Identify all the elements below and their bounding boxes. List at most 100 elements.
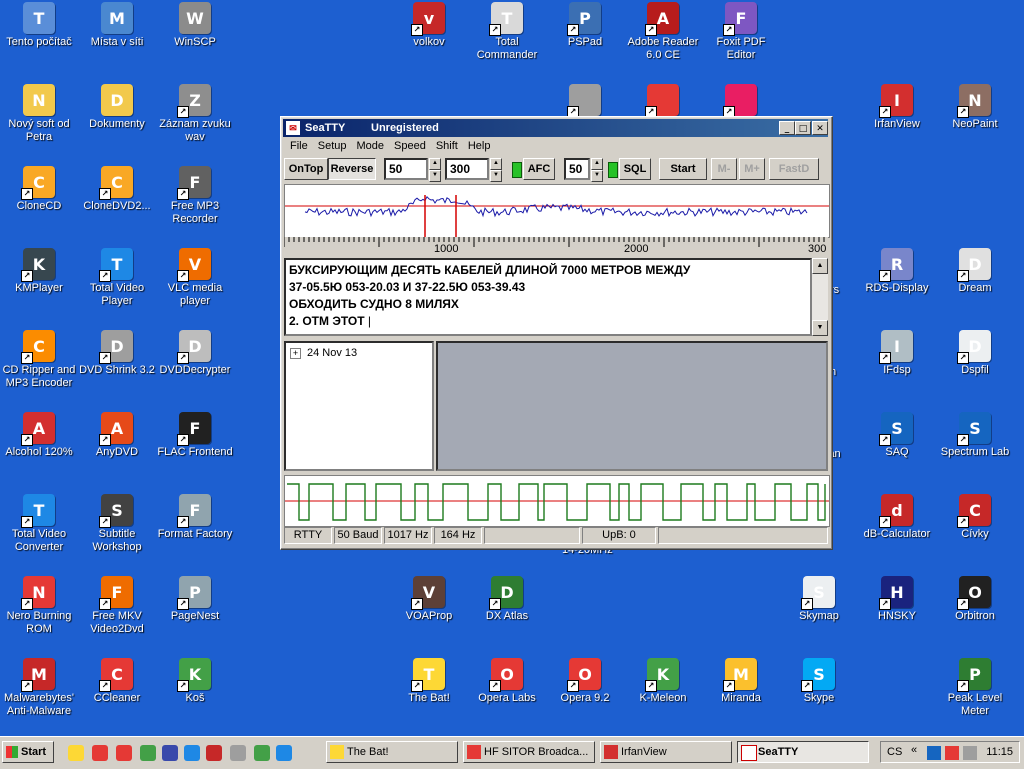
desktop-icon-skype[interactable]: S ↗ Skype — [780, 658, 858, 705]
desktop-icon-video-converter[interactable]: T ↗ Total Video Converter — [0, 494, 78, 554]
desktop-icon-nero[interactable]: N ↗ Nero Burning ROM — [0, 576, 78, 636]
desktop-icon-video-player[interactable]: T ↗ Total Video Player — [78, 248, 156, 308]
received-text-scrollbar[interactable]: ▲ ▼ — [812, 258, 828, 336]
volume-tray-icon[interactable] — [963, 746, 977, 760]
desktop-icon-subtitle-workshop[interactable]: S ↗ Subtitle Workshop — [78, 494, 156, 554]
desktop-icon-opera[interactable]: O ↗ Opera 9.2 — [546, 658, 624, 705]
desktop-icon-the-bat[interactable]: T ↗ The Bat! — [390, 658, 468, 705]
clock[interactable]: 11:15 — [986, 746, 1013, 758]
task-the-bat[interactable]: The Bat! — [326, 741, 458, 763]
desktop-icon-mp3-recorder[interactable]: F ↗ Free MP3 Recorder — [156, 166, 234, 226]
media-tray-icon[interactable] — [945, 746, 959, 760]
desktop-icon-neopaint[interactable]: N ↗ NeoPaint — [936, 84, 1014, 131]
reverse-button[interactable]: Reverse — [328, 158, 376, 180]
desktop-icon-ifdsp[interactable]: I ↗ IFdsp — [858, 330, 936, 377]
desktop-icon-anydvd[interactable]: A ↗ AnyDVD — [78, 412, 156, 459]
language-indicator[interactable]: CS — [887, 746, 902, 758]
frequency-ruler[interactable]: 1000 2000 300 — [284, 237, 828, 257]
desktop-icon-opera-labs[interactable]: O ↗ Opera Labs — [468, 658, 546, 705]
desktop-icon-db-calculator[interactable]: d ↗ dB-Calculator — [858, 494, 936, 541]
task-seatty[interactable]: SeaTTY — [737, 741, 869, 763]
menu-file[interactable]: File — [285, 139, 313, 155]
expand-icon[interactable]: + — [290, 347, 301, 359]
tray-expand-icon[interactable]: « — [911, 744, 917, 756]
desktop-icon-total-commander[interactable]: T ↗ Total Commander — [468, 2, 546, 62]
tool-quicklaunch-icon[interactable] — [230, 745, 246, 761]
squelch-value-spinner[interactable]: ▲ ▼ — [591, 158, 603, 182]
desktop-icon-dvd-decrypter[interactable]: D ↗ DVDDecrypter — [156, 330, 234, 377]
minimize-button[interactable]: _ — [779, 121, 795, 135]
speed-value-spinner[interactable]: ▲ ▼ — [490, 158, 502, 182]
desktop-icon-format-factory[interactable]: F ↗ Format Factory — [156, 494, 234, 541]
desktop-icon-foxit[interactable]: F ↗ Foxit PDF Editor — [702, 2, 780, 62]
desktop-icon-k-meleon[interactable]: K ↗ K-Meleon — [624, 658, 702, 705]
desktop-icon-cd-ripper[interactable]: C ↗ CD Ripper and MP3 Encoder — [0, 330, 78, 390]
afc-button[interactable]: AFC — [523, 158, 555, 180]
speed-value-input[interactable]: 300 — [445, 158, 489, 180]
shift-value-spinner[interactable]: ▲ ▼ — [429, 158, 441, 182]
desktop-icon-documents-folder[interactable]: D Dokumenty — [78, 84, 156, 131]
desktop-icon-kmplayer[interactable]: K ↗ KMPlayer — [0, 248, 78, 295]
desktop-icon-winscp[interactable]: W WinSCP — [156, 2, 234, 49]
desktop-icon-mkv[interactable]: F ↗ Free MKV Video2Dvd — [78, 576, 156, 636]
the-bat-quicklaunch-icon[interactable] — [68, 745, 84, 761]
desktop-icon-alcohol[interactable]: A ↗ Alcohol 120% — [0, 412, 78, 459]
opera-quicklaunch-icon[interactable] — [116, 745, 132, 761]
opera-labs-quicklaunch-icon[interactable] — [92, 745, 108, 761]
network-tray-icon[interactable] — [927, 746, 941, 760]
desktop-icon-dvd-shrink[interactable]: D ↗ DVD Shrink 3.2 — [78, 330, 156, 377]
desktop-icon-clonedvd[interactable]: C ↗ CloneDVD2... — [78, 166, 156, 213]
close-button[interactable]: ✕ — [812, 121, 828, 135]
desktop-icon-peak-meter[interactable]: P ↗ Peak Level Meter — [936, 658, 1014, 718]
desktop-icon-adobe-reader[interactable]: A ↗ Adobe Reader 6.0 CE — [624, 2, 702, 62]
desktop-icon-computer[interactable]: T Tento počítač — [0, 2, 78, 49]
memory-minus-button[interactable]: M- — [711, 158, 737, 180]
log-content-pane[interactable] — [436, 341, 828, 471]
desktop-icon-volkov[interactable]: v ↗ volkov — [390, 2, 468, 49]
desktop-icon-hnsky[interactable]: H ↗ HNSKY — [858, 576, 936, 623]
memory-plus-button[interactable]: M+ — [739, 158, 765, 180]
ontop-button[interactable]: OnTop — [284, 158, 328, 180]
task-irfanview[interactable]: IrfanView — [600, 741, 732, 763]
desktop-icon-dream[interactable]: D ↗ Dream — [936, 248, 1014, 295]
desktop-icon-miranda[interactable]: M ↗ Miranda — [702, 658, 780, 705]
desktop-icon-speaker[interactable]: Z ↗ Záznam zvuku wav — [156, 84, 234, 144]
desktop-icon-irfanview[interactable]: I ↗ IrfanView — [858, 84, 936, 131]
desktop-icon-spectrum-lab[interactable]: S ↗ Spectrum Lab — [936, 412, 1014, 459]
desktop-icon-folder[interactable]: N Nový soft od Petra — [0, 84, 78, 144]
shift-value-input[interactable]: 50 — [384, 158, 428, 180]
maximize-button[interactable]: □ — [795, 121, 811, 135]
spectrum-display[interactable] — [284, 184, 830, 238]
fastd-button[interactable]: FastD — [769, 158, 819, 180]
ie-quicklaunch-icon[interactable] — [276, 745, 292, 761]
tools-quicklaunch-icon[interactable] — [254, 745, 270, 761]
desktop-icon-pagenest[interactable]: P ↗ PageNest — [156, 576, 234, 623]
desktop-icon-recycle-bin[interactable]: K ↗ Koš — [156, 658, 234, 705]
menu-speed[interactable]: Speed — [389, 139, 431, 155]
desktop-icon-film-app[interactable]: ↗ — [702, 84, 780, 118]
desktop-icon-vlc[interactable]: V ↗ VLC media player — [156, 248, 234, 308]
save-quicklaunch-icon[interactable] — [162, 745, 178, 761]
pspad-quicklaunch-icon[interactable] — [184, 745, 200, 761]
desktop-icon-ccleaner[interactable]: C ↗ CCleaner — [78, 658, 156, 705]
desktop-icon-pspad[interactable]: P ↗ PSPad — [546, 2, 624, 49]
received-text-area[interactable]: БУКСИРУЮЩИМ ДЕСЯТЬ КАБЕЛЕЙ ДЛИНОЙ 7000 М… — [284, 258, 812, 336]
desktop-icon-network[interactable]: M Místa v síti — [78, 2, 156, 49]
menu-mode[interactable]: Mode — [351, 139, 389, 155]
menu-help[interactable]: Help — [463, 139, 496, 155]
desktop-icon-clonecd[interactable]: C ↗ CloneCD — [0, 166, 78, 213]
desktop-icon-saq[interactable]: S ↗ SAQ — [858, 412, 936, 459]
scroll-down-icon[interactable]: ▼ — [812, 320, 828, 336]
sql-button[interactable]: SQL — [619, 158, 651, 180]
menu-setup[interactable]: Setup — [313, 139, 352, 155]
log-tree[interactable]: +24 Nov 13 — [284, 341, 434, 471]
desktop-icon-malwarebytes[interactable]: M ↗ Malwarebytes' Anti-Malware — [0, 658, 78, 718]
desktop-icon-dspfil[interactable]: D ↗ Dspfil — [936, 330, 1014, 377]
k-meleon-quicklaunch-icon[interactable] — [140, 745, 156, 761]
desktop-icon-flac[interactable]: F ↗ FLAC Frontend — [156, 412, 234, 459]
desktop-icon-rds-display[interactable]: R ↗ RDS-Display — [858, 248, 936, 295]
squelch-value-input[interactable]: 50 — [564, 158, 590, 180]
task-hf-sitor[interactable]: HF SITOR Broadca... — [463, 741, 595, 763]
desktop-icon-voaprop[interactable]: V ↗ VOAProp — [390, 576, 468, 623]
adobe-quicklaunch-icon[interactable] — [206, 745, 222, 761]
